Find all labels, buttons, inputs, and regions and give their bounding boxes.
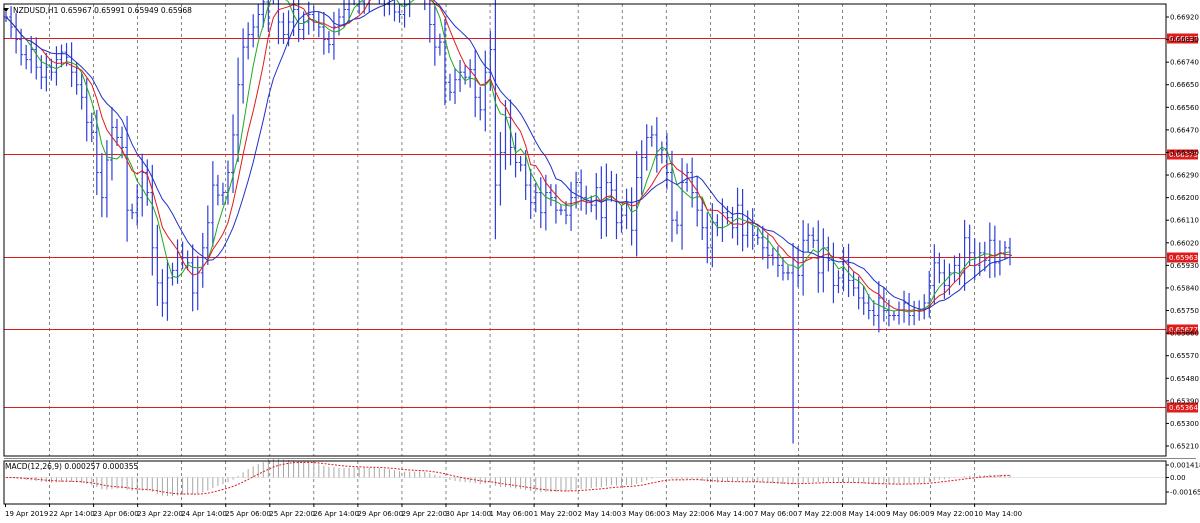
moving-averages	[5, 0, 1011, 313]
time-tick-label: 25 Apr 22:00	[269, 510, 315, 518]
price-tick-label: 0.66290	[1170, 172, 1199, 180]
macd-indicator	[4, 458, 1166, 497]
time-tick-label: 26 Apr 14:00	[313, 510, 359, 518]
main-chart-grid	[49, 4, 975, 456]
time-tick-label: 30 Apr 14:00	[446, 510, 492, 518]
price-tick-label: 0.66650	[1170, 81, 1199, 89]
price-tick-label: 0.66380	[1170, 149, 1199, 157]
macd-tick-label: 0.00	[1170, 474, 1186, 482]
price-tick-label: 0.66110	[1170, 217, 1199, 225]
time-axis: 19 Apr 2019 22 Apr 14:0023 Apr 06:0023 Ap…	[5, 504, 1022, 518]
price-tick-label: 0.66560	[1170, 104, 1199, 112]
time-tick-label: 3 May 22:00	[666, 510, 710, 518]
price-tick-label: 0.65570	[1170, 352, 1199, 360]
price-tick-label: 0.66740	[1170, 59, 1199, 67]
trading-terminal: 0.66837 0.66373 0.65963 0.65677 0.65364 0.66…	[0, 0, 1200, 523]
time-tick-label: 23 Apr 06:00	[93, 510, 139, 518]
time-tick-label: 7 May 06:00	[754, 510, 798, 518]
macd-frame	[3, 460, 1167, 505]
price-tick-label: 0.65660	[1170, 330, 1199, 338]
time-tick-label: 19 Apr 2019	[5, 510, 48, 518]
fast-moving-average-line	[5, 0, 1011, 313]
time-tick-label: 22 Apr 14:00	[49, 510, 95, 518]
time-tick-label: 24 Apr 14:00	[181, 510, 227, 518]
main-chart-frame	[3, 3, 1167, 457]
price-tick-label: 0.65480	[1170, 375, 1199, 383]
price-tick-label: 0.65930	[1170, 262, 1199, 270]
time-tick-label: 3 May 06:00	[622, 510, 666, 518]
price-tick-label: 0.65210	[1170, 443, 1199, 451]
medium-moving-average-line	[5, 0, 1011, 313]
price-tick-label: 0.66830	[1170, 36, 1199, 44]
price-tick-label: 0.66200	[1170, 194, 1199, 202]
time-tick-label: 8 May 14:00	[842, 510, 886, 518]
time-tick-label: 23 Apr 22:00	[137, 510, 183, 518]
macd-header: MACD(12,26,9) 0.000257 0.000355	[5, 462, 139, 471]
price-tick-label: 0.66470	[1170, 126, 1199, 134]
time-tick-label: 9 May 22:00	[930, 510, 974, 518]
time-tick-label: 10 May 14:00	[974, 510, 1022, 518]
price-tick-label: 0.66920	[1170, 14, 1199, 22]
macd-tick-label: 0.001418	[1170, 462, 1200, 470]
price-chart-svg[interactable]: 0.668370.663730.659630.656770.65364 0.66…	[0, 0, 1200, 523]
time-tick-label: 7 May 22:00	[798, 510, 842, 518]
symbol-header: NZDUSD,H1 0.65967 0.65991 0.65949 0.6596…	[13, 6, 192, 15]
time-tick-label: 29 Apr 22:00	[401, 510, 447, 518]
macd-grid	[49, 461, 975, 504]
macd-signal-line	[6, 461, 1011, 495]
level-price-label: 0.65963	[1169, 254, 1198, 262]
price-tick-label: 0.65300	[1170, 420, 1199, 428]
time-tick-label: 2 May 14:00	[578, 510, 622, 518]
price-tick-label: 0.66020	[1170, 239, 1199, 247]
price-bars	[4, 0, 1012, 444]
time-tick-label: 9 May 06:00	[886, 510, 930, 518]
time-tick-label: 1 May 06:00	[490, 510, 534, 518]
time-tick-label: 6 May 14:00	[710, 510, 754, 518]
price-tick-label: 0.65390	[1170, 397, 1199, 405]
time-tick-label: 25 Apr 06:00	[225, 510, 271, 518]
price-tick-label: 0.65840	[1170, 284, 1199, 292]
time-tick-label: 29 Apr 06:00	[357, 510, 403, 518]
price-tick-label: 0.65750	[1170, 307, 1199, 315]
time-tick-label: 1 May 22:00	[534, 510, 578, 518]
macd-tick-label: -0.001651	[1170, 489, 1200, 497]
